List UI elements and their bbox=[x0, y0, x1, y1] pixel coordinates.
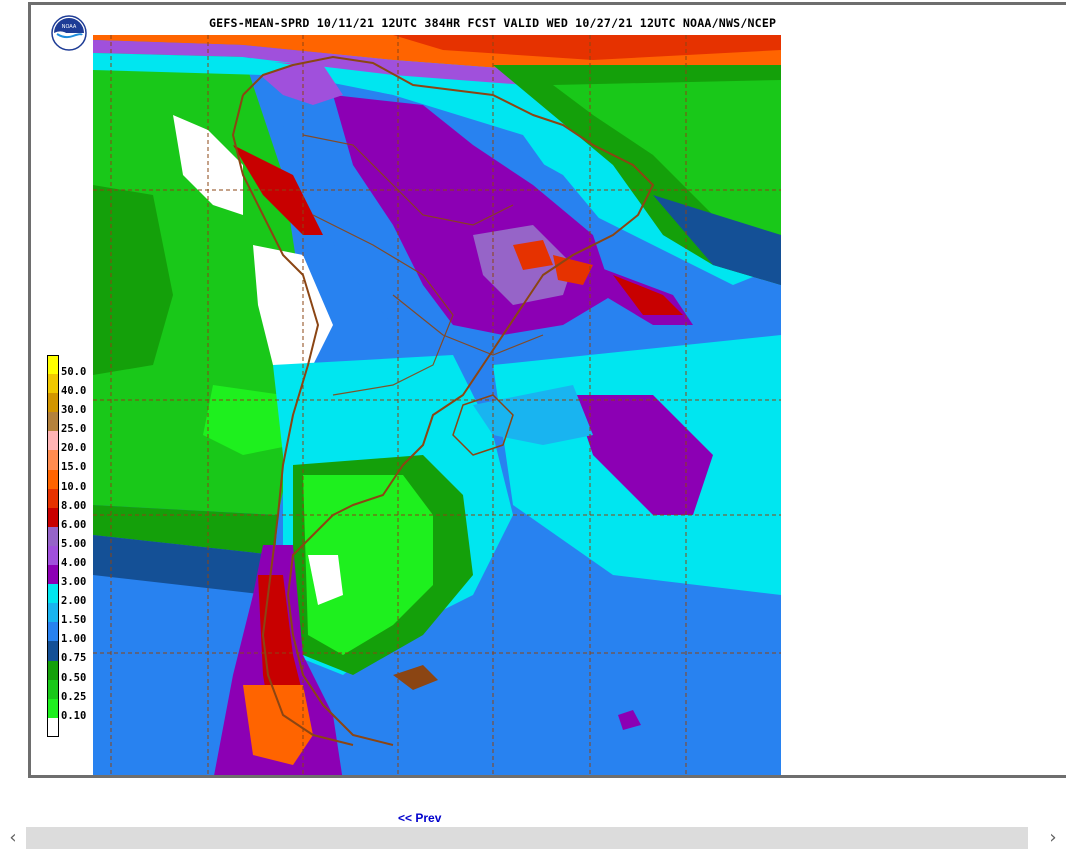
legend-row: 1.50 bbox=[47, 603, 107, 625]
legend-swatch bbox=[47, 355, 59, 375]
legend-swatch bbox=[47, 507, 59, 527]
chevron-right-icon[interactable]: › bbox=[1042, 827, 1064, 849]
legend-row: 15.0 bbox=[47, 450, 107, 472]
legend-swatch bbox=[47, 717, 59, 737]
legend-swatch bbox=[47, 565, 59, 585]
legend-row: 6.00 bbox=[47, 507, 107, 530]
legend-swatch bbox=[47, 431, 59, 451]
scrollbar-track[interactable] bbox=[26, 827, 1028, 849]
legend-swatch bbox=[47, 450, 59, 470]
legend-swatch bbox=[47, 412, 59, 432]
legend-swatch bbox=[47, 641, 59, 661]
chevron-left-icon[interactable]: ‹ bbox=[2, 827, 24, 849]
legend-swatch bbox=[47, 469, 59, 489]
noaa-logo-icon: NOAA bbox=[51, 15, 87, 51]
legend-swatch bbox=[47, 698, 59, 718]
horizontal-scrollbar[interactable]: ‹ › bbox=[0, 826, 1066, 850]
svg-text:NOAA: NOAA bbox=[62, 24, 77, 30]
legend-swatch bbox=[47, 660, 59, 680]
legend-row: 3.00 bbox=[47, 565, 107, 587]
legend-swatch bbox=[47, 622, 59, 642]
legend-row: 25.0 bbox=[47, 412, 107, 434]
legend-row: 4.00 bbox=[47, 545, 107, 568]
legend-swatch bbox=[47, 393, 59, 413]
legend-row: 0.50 bbox=[47, 660, 107, 683]
legend-row: 0.25 bbox=[47, 679, 107, 702]
legend-swatch bbox=[47, 603, 59, 623]
legend-swatch bbox=[47, 679, 59, 699]
legend: 50.0 40.0 30.0 25.0 20.0 15.0 10.0 8.00 6.00 5.00… bbox=[47, 355, 107, 737]
legend-row: 40.0 bbox=[47, 374, 107, 396]
legend-row bbox=[47, 717, 107, 737]
legend-row: 8.00 bbox=[47, 488, 107, 511]
legend-row: 20.0 bbox=[47, 431, 107, 453]
legend-row: 0.10 bbox=[47, 698, 107, 721]
legend-row: 2.00 bbox=[47, 584, 107, 606]
map-frame: NOAA GEFS-MEAN-SPRD 10/11/21 12UTC 384HR… bbox=[28, 2, 1066, 778]
legend-row: 30.0 bbox=[47, 393, 107, 415]
legend-row: 0.75 bbox=[47, 641, 107, 663]
legend-row: 1.00 bbox=[47, 622, 107, 644]
map-title: GEFS-MEAN-SPRD 10/11/21 12UTC 384HR FCST… bbox=[209, 16, 777, 30]
legend-swatch bbox=[47, 374, 59, 394]
ensemble-spread-map bbox=[93, 35, 781, 775]
prev-link[interactable]: << Prev bbox=[398, 811, 441, 825]
legend-swatch bbox=[47, 526, 59, 546]
legend-swatch bbox=[47, 545, 59, 566]
legend-row: 10.0 bbox=[47, 469, 107, 492]
legend-row: 5.00 bbox=[47, 526, 107, 549]
legend-swatch bbox=[47, 488, 59, 508]
legend-row: 50.0 bbox=[47, 355, 107, 377]
legend-swatch bbox=[47, 584, 59, 604]
